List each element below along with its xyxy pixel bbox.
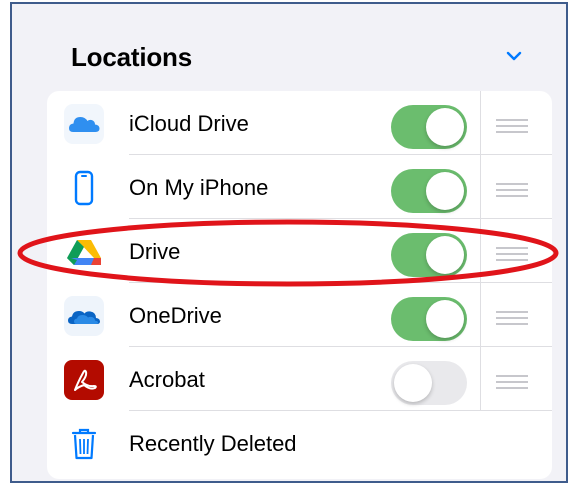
location-label-icloud-drive: iCloud Drive bbox=[129, 111, 249, 136]
onedrive-icon bbox=[64, 296, 104, 336]
acrobat-icon bbox=[64, 360, 104, 400]
toggle-on-my-iphone[interactable] bbox=[391, 169, 467, 213]
toggle-knob bbox=[426, 108, 464, 146]
location-row-acrobat: Acrobat bbox=[47, 347, 552, 411]
toggle-knob bbox=[426, 300, 464, 338]
google-drive-icon bbox=[67, 240, 101, 265]
location-label-onedrive: OneDrive bbox=[129, 303, 222, 328]
toggle-drive[interactable] bbox=[391, 233, 467, 277]
location-row-drive: Drive bbox=[47, 219, 552, 283]
toggle-knob bbox=[426, 172, 464, 210]
location-label-recently-deleted: Recently Deleted bbox=[129, 431, 297, 456]
location-row-icloud-drive: iCloud Drive bbox=[47, 91, 552, 155]
toggle-icloud-drive[interactable] bbox=[391, 105, 467, 149]
locations-list: iCloud Drive On My iPhone Drive OneDrive… bbox=[47, 91, 552, 479]
chevron-down-icon[interactable] bbox=[504, 48, 524, 64]
toggle-onedrive[interactable] bbox=[391, 297, 467, 341]
location-row-on-my-iphone: On My iPhone bbox=[47, 155, 552, 219]
location-label-on-my-iphone: On My iPhone bbox=[129, 175, 269, 200]
iphone-icon bbox=[74, 170, 94, 206]
section-title: Locations bbox=[71, 42, 192, 72]
location-row-onedrive: OneDrive bbox=[47, 283, 552, 347]
divider bbox=[480, 347, 481, 411]
toggle-knob bbox=[394, 364, 432, 402]
reorder-handle-icon[interactable] bbox=[496, 311, 528, 325]
icloud-drive-icon bbox=[64, 104, 104, 144]
locations-panel: Locations iCloud Drive On My iPhone Driv… bbox=[10, 2, 568, 483]
reorder-handle-icon[interactable] bbox=[496, 119, 528, 133]
divider bbox=[480, 91, 481, 155]
divider bbox=[480, 219, 481, 283]
location-label-acrobat: Acrobat bbox=[129, 367, 205, 392]
reorder-handle-icon[interactable] bbox=[496, 375, 528, 389]
divider bbox=[480, 155, 481, 219]
toggle-acrobat[interactable] bbox=[391, 361, 467, 405]
divider bbox=[480, 283, 481, 347]
toggle-knob bbox=[426, 236, 464, 274]
location-row-recently-deleted[interactable]: Recently Deleted bbox=[47, 411, 552, 475]
locations-header[interactable]: Locations bbox=[12, 4, 566, 90]
reorder-handle-icon[interactable] bbox=[496, 247, 528, 261]
reorder-handle-icon[interactable] bbox=[496, 183, 528, 197]
location-label-drive: Drive bbox=[129, 239, 181, 264]
trash-icon bbox=[71, 428, 97, 460]
